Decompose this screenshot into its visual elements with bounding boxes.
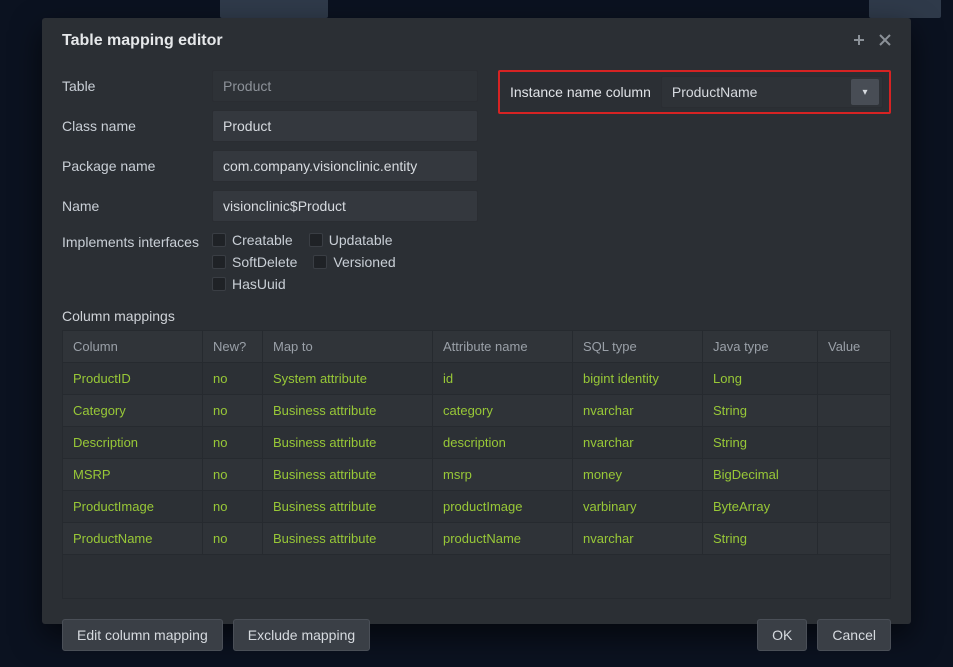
cell-attr: id bbox=[433, 363, 573, 395]
modal-header: Table mapping editor bbox=[42, 18, 911, 64]
cell-map_to: Business attribute bbox=[263, 459, 433, 491]
checkbox-label: HasUuid bbox=[232, 276, 286, 292]
table-row[interactable]: DescriptionnoBusiness attributedescripti… bbox=[63, 427, 891, 459]
cell-new: no bbox=[203, 427, 263, 459]
table-mapping-editor-modal: Table mapping editor Table Class name Pa… bbox=[42, 18, 911, 624]
creatable-checkbox[interactable]: Creatable bbox=[212, 232, 293, 248]
checkbox-label: SoftDelete bbox=[232, 254, 297, 270]
cell-column: Description bbox=[63, 427, 203, 459]
background-tab bbox=[220, 0, 328, 18]
cell-sql: nvarchar bbox=[573, 395, 703, 427]
cell-column: ProductID bbox=[63, 363, 203, 395]
table-row[interactable]: ProductNamenoBusiness attributeproductNa… bbox=[63, 523, 891, 555]
cell-java: Long bbox=[703, 363, 818, 395]
instance-name-column-label: Instance name column bbox=[506, 84, 651, 100]
cell-attr: productImage bbox=[433, 491, 573, 523]
cell-map_to: Business attribute bbox=[263, 491, 433, 523]
class-name-label: Class name bbox=[62, 118, 212, 134]
softdelete-checkbox[interactable]: SoftDelete bbox=[212, 254, 297, 270]
cell-attr: msrp bbox=[433, 459, 573, 491]
cell-new: no bbox=[203, 395, 263, 427]
background-tab bbox=[869, 0, 941, 18]
checkbox-box bbox=[212, 233, 226, 247]
checkbox-label: Versioned bbox=[333, 254, 395, 270]
table-row[interactable]: ProductImagenoBusiness attributeproductI… bbox=[63, 491, 891, 523]
header-new[interactable]: New? bbox=[203, 331, 263, 363]
table-row[interactable]: ProductIDnoSystem attributeidbigint iden… bbox=[63, 363, 891, 395]
cell-new: no bbox=[203, 523, 263, 555]
cell-java: String bbox=[703, 427, 818, 459]
cell-value bbox=[818, 363, 891, 395]
cell-column: ProductImage bbox=[63, 491, 203, 523]
cell-attr: productName bbox=[433, 523, 573, 555]
header-attribute-name[interactable]: Attribute name bbox=[433, 331, 573, 363]
table-label: Table bbox=[62, 78, 212, 94]
cell-value bbox=[818, 523, 891, 555]
cell-java: String bbox=[703, 523, 818, 555]
package-name-input[interactable] bbox=[212, 150, 478, 182]
cell-new: no bbox=[203, 491, 263, 523]
cell-map_to: Business attribute bbox=[263, 427, 433, 459]
name-label: Name bbox=[62, 198, 212, 214]
cell-value bbox=[818, 491, 891, 523]
hasuuid-checkbox[interactable]: HasUuid bbox=[212, 276, 286, 292]
header-java-type[interactable]: Java type bbox=[703, 331, 818, 363]
updatable-checkbox[interactable]: Updatable bbox=[309, 232, 393, 248]
cell-map_to: Business attribute bbox=[263, 523, 433, 555]
cell-value bbox=[818, 427, 891, 459]
column-mappings-table: Column New? Map to Attribute name SQL ty… bbox=[62, 330, 891, 555]
cell-attr: category bbox=[433, 395, 573, 427]
cell-sql: money bbox=[573, 459, 703, 491]
cell-sql: bigint identity bbox=[573, 363, 703, 395]
modal-footer: Edit column mapping Exclude mapping OK C… bbox=[62, 611, 891, 651]
cell-attr: description bbox=[433, 427, 573, 459]
checkbox-box bbox=[313, 255, 327, 269]
cell-java: BigDecimal bbox=[703, 459, 818, 491]
cell-column: MSRP bbox=[63, 459, 203, 491]
cell-new: no bbox=[203, 363, 263, 395]
cell-java: String bbox=[703, 395, 818, 427]
checkbox-box bbox=[309, 233, 323, 247]
modal-title: Table mapping editor bbox=[62, 32, 223, 50]
table-row[interactable]: CategorynoBusiness attributecategorynvar… bbox=[63, 395, 891, 427]
cell-new: no bbox=[203, 459, 263, 491]
package-name-label: Package name bbox=[62, 158, 212, 174]
cell-map_to: Business attribute bbox=[263, 395, 433, 427]
add-icon[interactable] bbox=[853, 33, 865, 49]
checkbox-label: Creatable bbox=[232, 232, 293, 248]
table-row[interactable]: MSRPnoBusiness attributemsrpmoneyBigDeci… bbox=[63, 459, 891, 491]
class-name-input[interactable] bbox=[212, 110, 478, 142]
close-icon[interactable] bbox=[879, 33, 891, 49]
table-header-row: Column New? Map to Attribute name SQL ty… bbox=[63, 331, 891, 363]
cell-value bbox=[818, 459, 891, 491]
checkbox-box bbox=[212, 255, 226, 269]
versioned-checkbox[interactable]: Versioned bbox=[313, 254, 395, 270]
interfaces-label: Implements interfaces bbox=[62, 230, 212, 250]
table-input bbox=[212, 70, 478, 102]
checkbox-label: Updatable bbox=[329, 232, 393, 248]
cell-sql: nvarchar bbox=[573, 523, 703, 555]
chevron-down-icon[interactable]: ▾ bbox=[851, 79, 879, 105]
instance-name-column-highlighted: Instance name column ProductName ▾ bbox=[498, 70, 891, 114]
instance-name-column-select[interactable]: ProductName ▾ bbox=[661, 76, 883, 108]
cell-java: ByteArray bbox=[703, 491, 818, 523]
cell-map_to: System attribute bbox=[263, 363, 433, 395]
header-map-to[interactable]: Map to bbox=[263, 331, 433, 363]
header-value[interactable]: Value bbox=[818, 331, 891, 363]
cell-column: ProductName bbox=[63, 523, 203, 555]
header-sql-type[interactable]: SQL type bbox=[573, 331, 703, 363]
instance-name-column-value: ProductName bbox=[662, 84, 848, 100]
cell-column: Category bbox=[63, 395, 203, 427]
table-empty-space bbox=[62, 555, 891, 599]
cell-sql: varbinary bbox=[573, 491, 703, 523]
header-column[interactable]: Column bbox=[63, 331, 203, 363]
checkbox-box bbox=[212, 277, 226, 291]
column-mappings-title: Column mappings bbox=[62, 308, 891, 324]
name-input[interactable] bbox=[212, 190, 478, 222]
modal-body: Table Class name Package name Name Imple… bbox=[42, 64, 911, 667]
cell-value bbox=[818, 395, 891, 427]
cell-sql: nvarchar bbox=[573, 427, 703, 459]
